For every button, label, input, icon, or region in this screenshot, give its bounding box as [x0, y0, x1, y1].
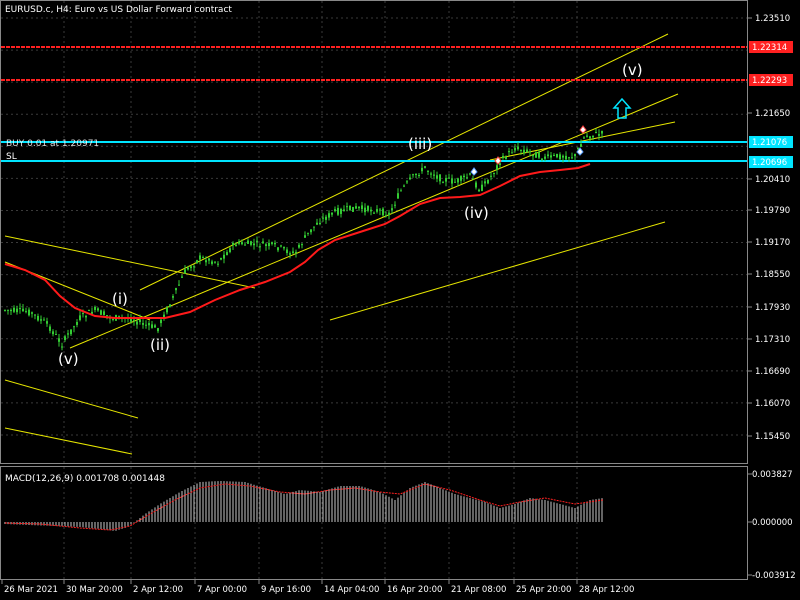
- macd-axis-label: -0.003912: [752, 571, 796, 581]
- price-axis-label: 1.15450: [755, 432, 790, 442]
- wave-label-v-target: (v): [622, 61, 643, 79]
- svg-text:1.22293: 1.22293: [752, 76, 787, 86]
- buy-order-label[interactable]: BUY 0.01 at 1.20971: [6, 139, 99, 149]
- macd-axis-label: 0.003827: [752, 470, 793, 480]
- time-axis-label: 30 Mar 20:00: [66, 585, 123, 595]
- price-axis-label: 1.19170: [755, 238, 790, 248]
- price-axis-label: 1.18550: [755, 270, 790, 280]
- time-axis-label: 26 Mar 2021: [4, 585, 58, 595]
- macd-axis: 0.003827 0.000000 -0.003912: [747, 470, 796, 581]
- price-tag-stop-loss: 1.20696: [749, 156, 793, 168]
- time-axis[interactable]: 26 Mar 2021 30 Mar 20:00 2 Apr 12:00 7 Apr …: [1, 580, 634, 595]
- price-axis-label: 1.23510: [755, 14, 790, 24]
- price-tag-entry: 1.21076: [749, 136, 793, 148]
- wave-label-v-low: (v): [58, 350, 79, 368]
- price-axis-label: 1.16070: [755, 399, 790, 409]
- time-axis-label: 2 Apr 12:00: [133, 585, 183, 595]
- time-axis-label: 28 Apr 12:00: [579, 585, 634, 595]
- candle: [535, 151, 537, 158]
- time-axis-label: 21 Apr 08:00: [451, 585, 506, 595]
- time-axis-label: 7 Apr 00:00: [197, 585, 247, 595]
- price-axis-label: 1.21650: [755, 109, 790, 119]
- price-axis-label: 1.17930: [755, 303, 790, 313]
- wave-label-i: (i): [112, 290, 128, 308]
- chart-title: EURUSD.c, H4: Euro vs US Dollar Forward …: [5, 5, 232, 15]
- price-axis-label: 1.20410: [755, 175, 790, 185]
- trading-chart[interactable]: EURUSD.c, H4: Euro vs US Dollar Forward …: [0, 0, 800, 600]
- macd-title: MACD(12,26,9) 0.001708 0.001448: [5, 474, 165, 484]
- price-tags: 1.22314 1.22293 1.21076 1.20696: [749, 41, 793, 168]
- price-axis-label: 1.19790: [755, 206, 790, 216]
- svg-text:1.21076: 1.21076: [752, 138, 787, 148]
- macd-axis-label: 0.000000: [752, 518, 793, 528]
- price-tag-target-2: 1.22293: [749, 74, 793, 86]
- stop-loss-label[interactable]: SL: [6, 152, 17, 162]
- price-tag-target-1: 1.22314: [749, 41, 793, 53]
- time-axis-label: 9 Apr 16:00: [261, 585, 311, 595]
- wave-label-ii: (ii): [150, 336, 170, 354]
- time-axis-label: 25 Apr 20:00: [516, 585, 571, 595]
- time-axis-label: 16 Apr 20:00: [387, 585, 442, 595]
- wave-label-iv: (iv): [464, 204, 489, 222]
- price-axis-label: 1.16690: [755, 367, 790, 377]
- wave-label-iii: (iii): [408, 135, 432, 153]
- price-axis-label: 1.17310: [755, 335, 790, 345]
- time-axis-label: 14 Apr 04:00: [324, 585, 379, 595]
- svg-text:1.22314: 1.22314: [752, 43, 787, 53]
- svg-text:1.20696: 1.20696: [752, 158, 787, 168]
- candle: [352, 206, 354, 213]
